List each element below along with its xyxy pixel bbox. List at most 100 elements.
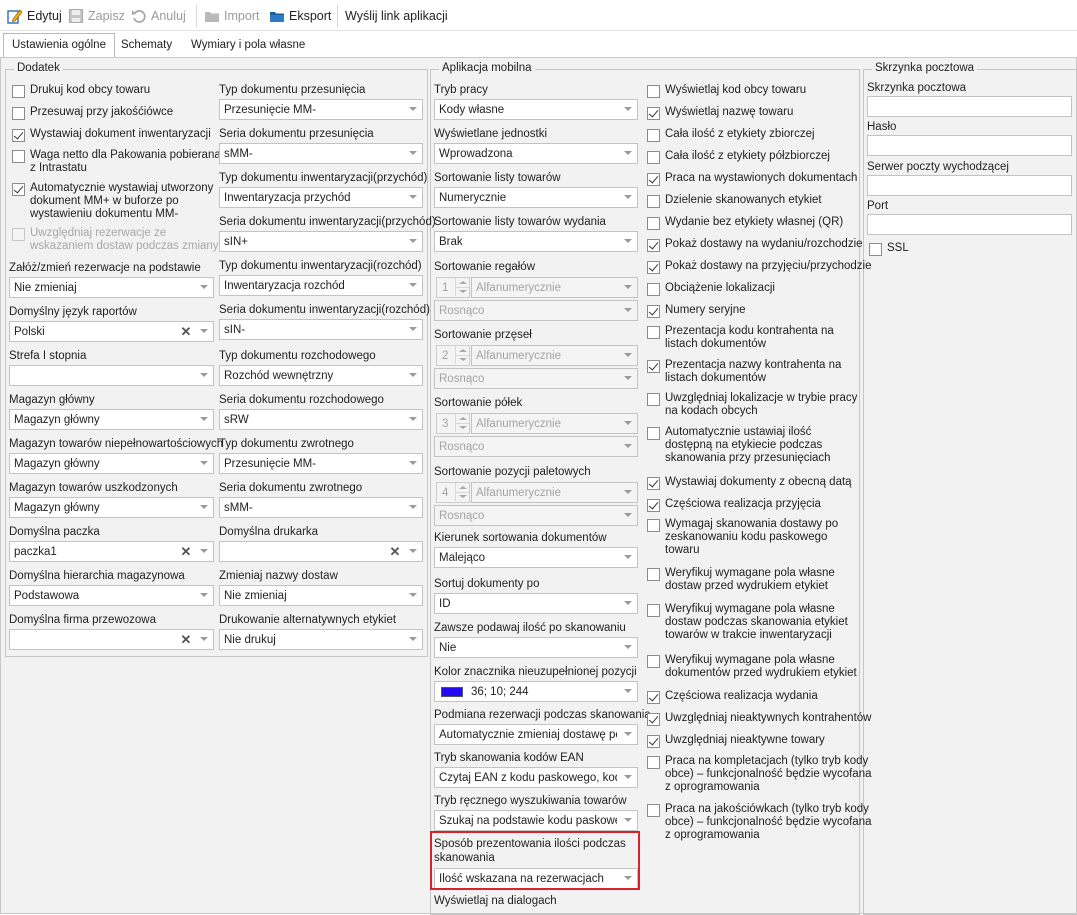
checkbox-box[interactable]: [869, 243, 882, 256]
addon-right-select-11[interactable]: Nie zmieniaj: [219, 585, 423, 606]
addon-left-select-1[interactable]: Polski ✕: [9, 321, 214, 342]
mobile-option-7[interactable]: Pokaż dostawy na wydaniu/rozchodzie: [647, 238, 863, 252]
checkbox-box[interactable]: [12, 107, 25, 120]
checkbox-box[interactable]: [12, 85, 25, 98]
mobile-kierunek-select[interactable]: Malejąco: [434, 547, 638, 568]
chevron-down-icon[interactable]: [404, 144, 422, 163]
chevron-down-icon[interactable]: [404, 232, 422, 251]
checkbox-box[interactable]: [647, 604, 660, 617]
checkbox-box[interactable]: [647, 568, 660, 581]
chevron-down-icon[interactable]: [619, 768, 637, 787]
chevron-down-icon[interactable]: [619, 506, 637, 525]
cancel-button[interactable]: Anuluj: [131, 7, 186, 25]
addon-right-select-5[interactable]: sIN-: [219, 319, 423, 340]
checkbox-box[interactable]: [647, 499, 660, 512]
checkbox-box[interactable]: [647, 283, 660, 296]
mobile-option-14[interactable]: Automatycznie ustawiaj ilość dostępną na…: [647, 426, 831, 465]
mobile-sort-list-wyd-select[interactable]: Brak: [434, 231, 638, 252]
addon-left-select-8[interactable]: ✕: [9, 629, 214, 650]
chevron-down-icon[interactable]: [195, 278, 213, 297]
addon-right-select-10[interactable]: ✕: [219, 541, 423, 562]
mobile-podmiana-select[interactable]: Automatycznie zmieniaj dostawę po…: [434, 724, 638, 745]
checkbox-box[interactable]: [647, 393, 660, 406]
chevron-down-icon[interactable]: [619, 638, 637, 657]
checkbox-box[interactable]: [647, 655, 660, 668]
chevron-down-icon[interactable]: [195, 630, 213, 649]
checkbox-box[interactable]: [12, 183, 25, 196]
mobile-option-23[interactable]: Uwzględniaj nieaktywne towary: [647, 734, 825, 748]
chevron-down-icon[interactable]: [619, 100, 637, 119]
export-button[interactable]: Eksport: [269, 7, 331, 25]
addon-right-select-9[interactable]: sMM-: [219, 497, 423, 518]
addon-right-select-1[interactable]: sMM-: [219, 143, 423, 164]
mobile-option-10[interactable]: Numery seryjne: [647, 304, 746, 318]
checkbox-box[interactable]: [12, 150, 25, 163]
mobile-option-11[interactable]: Prezentacja kodu kontrahenta na listach …: [647, 325, 834, 351]
mobile-option-12[interactable]: Prezentacja nazwy kontrahenta na listach…: [647, 359, 841, 385]
addon-right-select-7[interactable]: sRW: [219, 409, 423, 430]
chevron-down-icon[interactable]: [404, 320, 422, 339]
checkbox-box[interactable]: [647, 151, 660, 164]
mobile-option-17[interactable]: Wymagaj skanowania dostawy po zeskanowan…: [647, 518, 838, 557]
addon-left-select-6[interactable]: paczka1 ✕: [9, 541, 214, 562]
addon-left-select-3[interactable]: Magazyn główny: [9, 409, 214, 430]
clear-icon[interactable]: ✕: [179, 633, 193, 647]
mailbox-field-input-2[interactable]: [867, 175, 1072, 196]
chevron-down-icon[interactable]: [619, 414, 637, 433]
addon-option-3[interactable]: Waga netto dla Pakowania pobierana z Int…: [12, 149, 221, 175]
mobile-jednostki-select[interactable]: Wprowadzona: [434, 143, 638, 164]
chevron-down-icon[interactable]: [619, 301, 637, 320]
chevron-down-icon[interactable]: [619, 346, 637, 365]
mobile-tryb-pracy-select[interactable]: Kody własne: [434, 99, 638, 120]
chevron-down-icon[interactable]: [404, 586, 422, 605]
addon-right-select-8[interactable]: Przesunięcie MM-: [219, 453, 423, 474]
chevron-down-icon[interactable]: [619, 548, 637, 567]
chevron-down-icon[interactable]: [404, 454, 422, 473]
checkbox-box[interactable]: [647, 735, 660, 748]
checkbox-box[interactable]: [647, 804, 660, 817]
mobile-option-19[interactable]: Weryfikuj wymagane pola własne dostaw po…: [647, 603, 848, 642]
checkbox-box[interactable]: [647, 195, 660, 208]
chevron-down-icon[interactable]: [404, 188, 422, 207]
chevron-down-icon[interactable]: [404, 542, 422, 561]
clear-icon[interactable]: ✕: [179, 545, 193, 559]
chevron-down-icon[interactable]: [619, 811, 637, 830]
mobile-tryb-ean-select[interactable]: Czytaj EAN z kodu paskowego, kod…: [434, 767, 638, 788]
mobile-zawsze-ilosc-select[interactable]: Nie: [434, 637, 638, 658]
chevron-down-icon[interactable]: [404, 410, 422, 429]
send-app-link-button[interactable]: Wyślij link aplikacji: [345, 7, 448, 25]
chevron-down-icon[interactable]: [195, 410, 213, 429]
mobile-option-8[interactable]: Pokaż dostawy na przyjęciu/przychodzie: [647, 260, 871, 274]
chevron-down-icon[interactable]: [195, 454, 213, 473]
mobile-option-9[interactable]: Obciążenie lokalizacji: [647, 282, 775, 296]
checkbox-box[interactable]: [647, 217, 660, 230]
tab-dimensions-custom-fields[interactable]: Wymiary i pola własne: [183, 34, 313, 56]
mobile-option-3[interactable]: Cała ilość z etykiety półzbiorczej: [647, 150, 830, 164]
addon-right-select-2[interactable]: Inwentaryzacja przychód: [219, 187, 423, 208]
mobile-option-2[interactable]: Cała ilość z etykiety zbiorczej: [647, 128, 815, 142]
mobile-option-0[interactable]: Wyświetlaj kod obcy towaru: [647, 84, 806, 98]
mobile-option-1[interactable]: Wyświetlaj nazwę towaru: [647, 106, 793, 120]
chevron-down-icon[interactable]: [195, 498, 213, 517]
addon-right-select-3[interactable]: sIN+: [219, 231, 423, 252]
mailbox-field-input-3[interactable]: [867, 214, 1072, 235]
checkbox-box[interactable]: [647, 261, 660, 274]
mobile-option-20[interactable]: Weryfikuj wymagane pola własne dokumentó…: [647, 654, 857, 680]
addon-left-select-7[interactable]: Podstawowa: [9, 585, 214, 606]
tab-general-settings[interactable]: Ustawienia ogólne: [3, 33, 115, 57]
chevron-down-icon[interactable]: [619, 369, 637, 388]
chevron-down-icon[interactable]: [619, 144, 637, 163]
mobile-sort-list-select[interactable]: Numerycznie: [434, 187, 638, 208]
checkbox-box[interactable]: [647, 360, 660, 373]
chevron-down-icon[interactable]: [404, 366, 422, 385]
addon-left-select-0[interactable]: Nie zmieniaj: [9, 277, 214, 298]
import-button[interactable]: Import: [204, 7, 259, 25]
addon-option-2[interactable]: Wystawiaj dokument inwentaryzacji: [12, 128, 211, 142]
chevron-down-icon[interactable]: [404, 498, 422, 517]
addon-right-select-12[interactable]: Nie drukuj: [219, 629, 423, 650]
chevron-down-icon[interactable]: [619, 725, 637, 744]
chevron-down-icon[interactable]: [619, 594, 637, 613]
ssl-checkbox[interactable]: SSL: [869, 242, 909, 256]
checkbox-box[interactable]: [647, 305, 660, 318]
mobile-kolor-select[interactable]: 36; 10; 244: [434, 681, 638, 702]
